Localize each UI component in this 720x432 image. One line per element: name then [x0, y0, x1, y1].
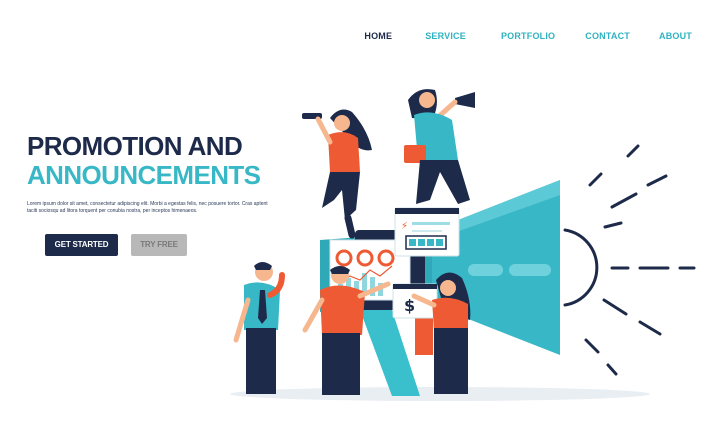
nav-contact-link[interactable]: CONTACT: [585, 31, 630, 41]
hero-title-line1: PROMOTION AND: [27, 131, 243, 161]
person-binoculars: [302, 109, 372, 239]
try-free-button[interactable]: TRY FREE: [131, 234, 187, 256]
nav-service-link[interactable]: SERVICE: [425, 31, 466, 41]
megaphone-small-icon: [455, 92, 475, 108]
svg-text:$: $: [404, 296, 415, 315]
svg-text:⚡: ⚡: [401, 221, 408, 232]
get-started-button[interactable]: GET STARTED: [45, 234, 118, 256]
hero-illustration: ⚡ $: [230, 89, 696, 401]
nav-portfolio-link[interactable]: PORTFOLIO: [501, 31, 555, 41]
sound-waves-icon: [563, 144, 696, 376]
nav-about-link[interactable]: ABOUT: [659, 31, 692, 41]
person-man-tie: [233, 262, 285, 394]
person-megaphone: [404, 89, 475, 204]
top-navigation: HOME SERVICE PORTFOLIO CONTACT ABOUT: [364, 31, 692, 41]
nav-home-link[interactable]: HOME: [364, 31, 392, 41]
battery-indicator-icon: ⚡: [394, 207, 460, 257]
